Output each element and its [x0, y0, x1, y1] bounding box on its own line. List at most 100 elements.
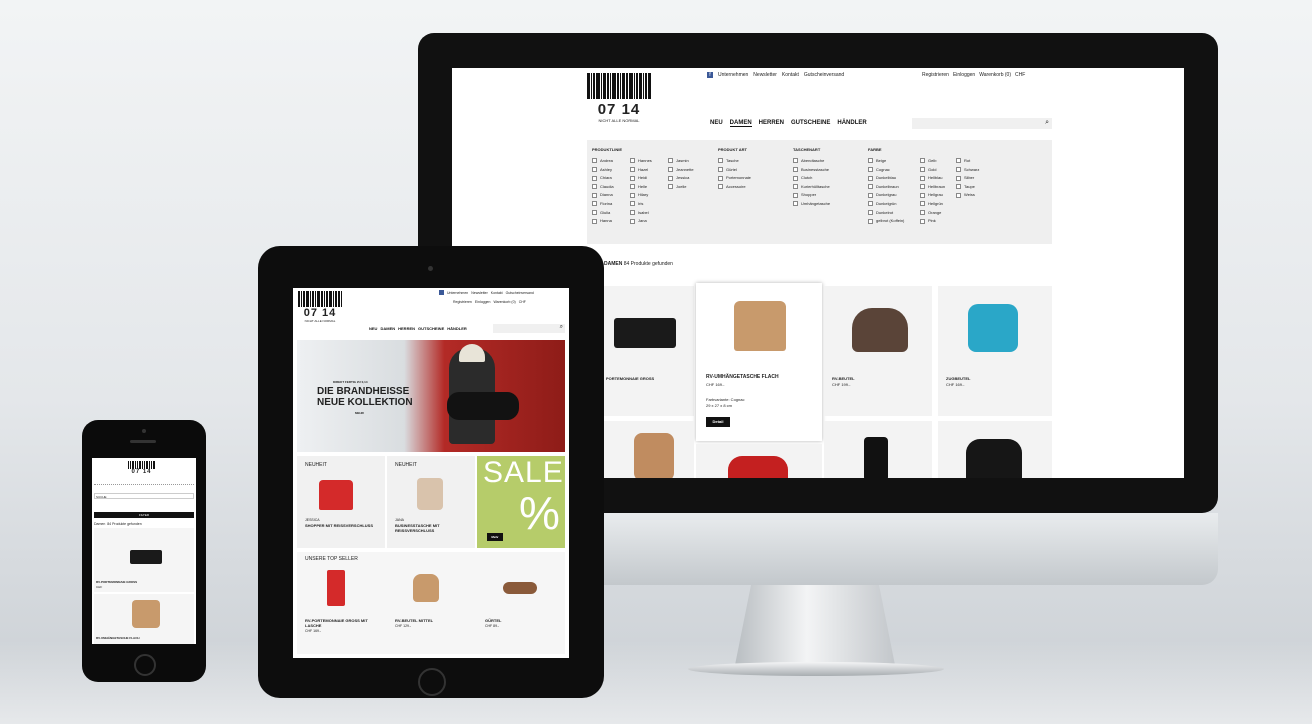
checkbox[interactable] — [630, 218, 635, 224]
currency-link[interactable]: CHF — [519, 300, 526, 304]
register-link[interactable]: Registrieren — [922, 72, 949, 78]
checkbox[interactable] — [920, 184, 925, 190]
checkbox[interactable] — [630, 201, 635, 207]
checkbox[interactable] — [868, 192, 873, 198]
filter-option[interactable]: Hellbraun — [920, 184, 956, 193]
sale-tile[interactable]: SALE % Mehr — [477, 456, 565, 548]
filter-option[interactable]: Beige — [868, 158, 920, 167]
filter-option[interactable]: Taupe — [956, 184, 996, 193]
filter-option[interactable]: Abendtasche — [793, 158, 865, 167]
filter-option[interactable]: Jasmin — [668, 158, 706, 167]
promo-tile[interactable]: NEUHEIT JANA BUSINESSTASCHE MIT REISSVER… — [387, 456, 475, 548]
filter-option[interactable]: Accessoire — [718, 184, 778, 193]
filter-option[interactable]: Businesstasche — [793, 167, 865, 176]
checkbox[interactable] — [793, 158, 798, 164]
filter-option[interactable]: Hazel — [630, 167, 668, 176]
checkbox[interactable] — [630, 175, 635, 181]
filter-option[interactable]: Hellgrau — [920, 192, 956, 201]
filter-option[interactable]: Umhängetasche — [793, 201, 865, 210]
login-link[interactable]: Einloggen — [953, 72, 975, 78]
phone-product-card[interactable]: RV-PORTEMONNAIE GROSS CHF — [94, 528, 194, 592]
top-link-kontakt[interactable]: Kontakt — [782, 72, 799, 78]
checkbox[interactable] — [793, 175, 798, 181]
checkbox[interactable] — [718, 167, 723, 173]
filter-option[interactable]: Hellgrün — [920, 201, 956, 210]
search-input[interactable]: ⌕ — [912, 118, 1052, 129]
checkbox[interactable] — [630, 184, 635, 190]
filter-option[interactable]: Tasche — [718, 158, 778, 167]
filter-option[interactable]: Gold — [920, 167, 956, 176]
filter-option[interactable]: Pink — [920, 218, 956, 227]
product-card[interactable]: RV-BEUTEL CHF 199.- — [824, 286, 932, 416]
filter-option[interactable]: Hellblau — [920, 175, 956, 184]
product-card[interactable] — [938, 421, 1052, 478]
tablet-home-button[interactable] — [418, 668, 446, 696]
filter-option[interactable]: Orange — [920, 210, 956, 219]
sale-more-button[interactable]: Mehr — [487, 533, 503, 541]
filter-option[interactable]: Jeannette — [668, 167, 706, 176]
top-link-gutscheinversand[interactable]: Gutscheinversand — [804, 72, 844, 78]
register-link[interactable]: Registrieren — [453, 300, 472, 304]
cart-link[interactable]: Warenkorb (0) — [979, 72, 1011, 78]
detail-button[interactable]: Detail — [706, 417, 730, 427]
facebook-icon[interactable]: f — [707, 72, 713, 78]
filter-option[interactable]: Iris — [630, 201, 668, 210]
phone-product-card[interactable]: RV-UMHÄNGETASCHE FLACH — [94, 594, 194, 644]
checkbox[interactable] — [793, 184, 798, 190]
site-logo[interactable]: 07 14 — [128, 461, 155, 475]
checkbox[interactable] — [592, 218, 597, 224]
filter-option[interactable]: Dunkelgrün — [868, 201, 920, 210]
nav-herren[interactable]: HERREN — [759, 120, 784, 127]
top-link-unternehmen[interactable]: Unternehmen — [718, 72, 748, 78]
nav-neu[interactable]: NEU — [710, 120, 723, 127]
top-link-newsletter[interactable]: Newsletter — [471, 291, 488, 295]
filter-option[interactable]: Kurierhülltasche — [793, 184, 865, 193]
filter-option[interactable]: Chiara — [592, 175, 630, 184]
phone-search-input[interactable]: SUCHE — [94, 493, 194, 499]
product-card[interactable]: ZUGBEUTEL CHF 169.- — [938, 286, 1052, 416]
filter-option[interactable]: Gelb — [920, 158, 956, 167]
checkbox[interactable] — [956, 192, 961, 198]
checkbox[interactable] — [592, 175, 597, 181]
hero-banner[interactable]: DIREKT FERTIG ZU 0,14 DIE BRANDHEISSE NE… — [297, 340, 565, 452]
nav-haendler[interactable]: HÄNDLER — [837, 120, 866, 127]
checkbox[interactable] — [668, 184, 673, 190]
filter-option[interactable]: Hilary — [630, 192, 668, 201]
checkbox[interactable] — [592, 210, 597, 215]
topseller-name[interactable]: RV-PORTEMONNAIE GROSS MIT LASCHE — [305, 618, 381, 628]
filter-option[interactable]: Heidi — [630, 175, 668, 184]
checkbox[interactable] — [668, 175, 673, 181]
filter-option[interactable]: Isabel — [630, 210, 668, 219]
nav-damen[interactable]: DAMEN — [729, 120, 752, 127]
checkbox[interactable] — [920, 210, 925, 215]
filter-option[interactable]: gelbrot (Koffein) — [868, 218, 920, 227]
nav-gutscheine[interactable]: GUTSCHEINE — [418, 326, 444, 331]
checkbox[interactable] — [868, 184, 873, 190]
checkbox[interactable] — [956, 184, 961, 190]
product-card[interactable] — [824, 421, 932, 478]
top-link-newsletter[interactable]: Newsletter — [753, 72, 777, 78]
topseller-name[interactable]: GÜRTEL — [485, 618, 545, 623]
filter-option[interactable]: Cognac — [868, 167, 920, 176]
search-input[interactable]: ⌕ — [493, 324, 565, 333]
checkbox[interactable] — [793, 167, 798, 173]
filter-option[interactable]: Andrea — [592, 158, 630, 167]
checkbox[interactable] — [868, 175, 873, 181]
filter-option[interactable]: Gürtel — [718, 167, 778, 176]
checkbox[interactable] — [668, 167, 673, 173]
checkbox[interactable] — [920, 167, 925, 173]
checkbox[interactable] — [868, 201, 873, 207]
hero-more-link[interactable]: MEHR — [355, 411, 364, 415]
site-logo[interactable]: 07 14 NICHT ALLE NORMAL — [587, 73, 651, 123]
checkbox[interactable] — [920, 158, 925, 164]
nav-damen[interactable]: DAMEN — [380, 326, 395, 331]
checkbox[interactable] — [920, 201, 925, 207]
filter-option[interactable]: Jessica — [668, 175, 706, 184]
checkbox[interactable] — [592, 201, 597, 207]
checkbox[interactable] — [920, 218, 925, 224]
checkbox[interactable] — [868, 167, 873, 173]
nav-haendler[interactable]: HÄNDLER — [447, 326, 467, 331]
checkbox[interactable] — [592, 167, 597, 173]
filter-option[interactable]: Hanna — [592, 218, 630, 227]
filter-option[interactable]: Dunkelbraun — [868, 184, 920, 193]
